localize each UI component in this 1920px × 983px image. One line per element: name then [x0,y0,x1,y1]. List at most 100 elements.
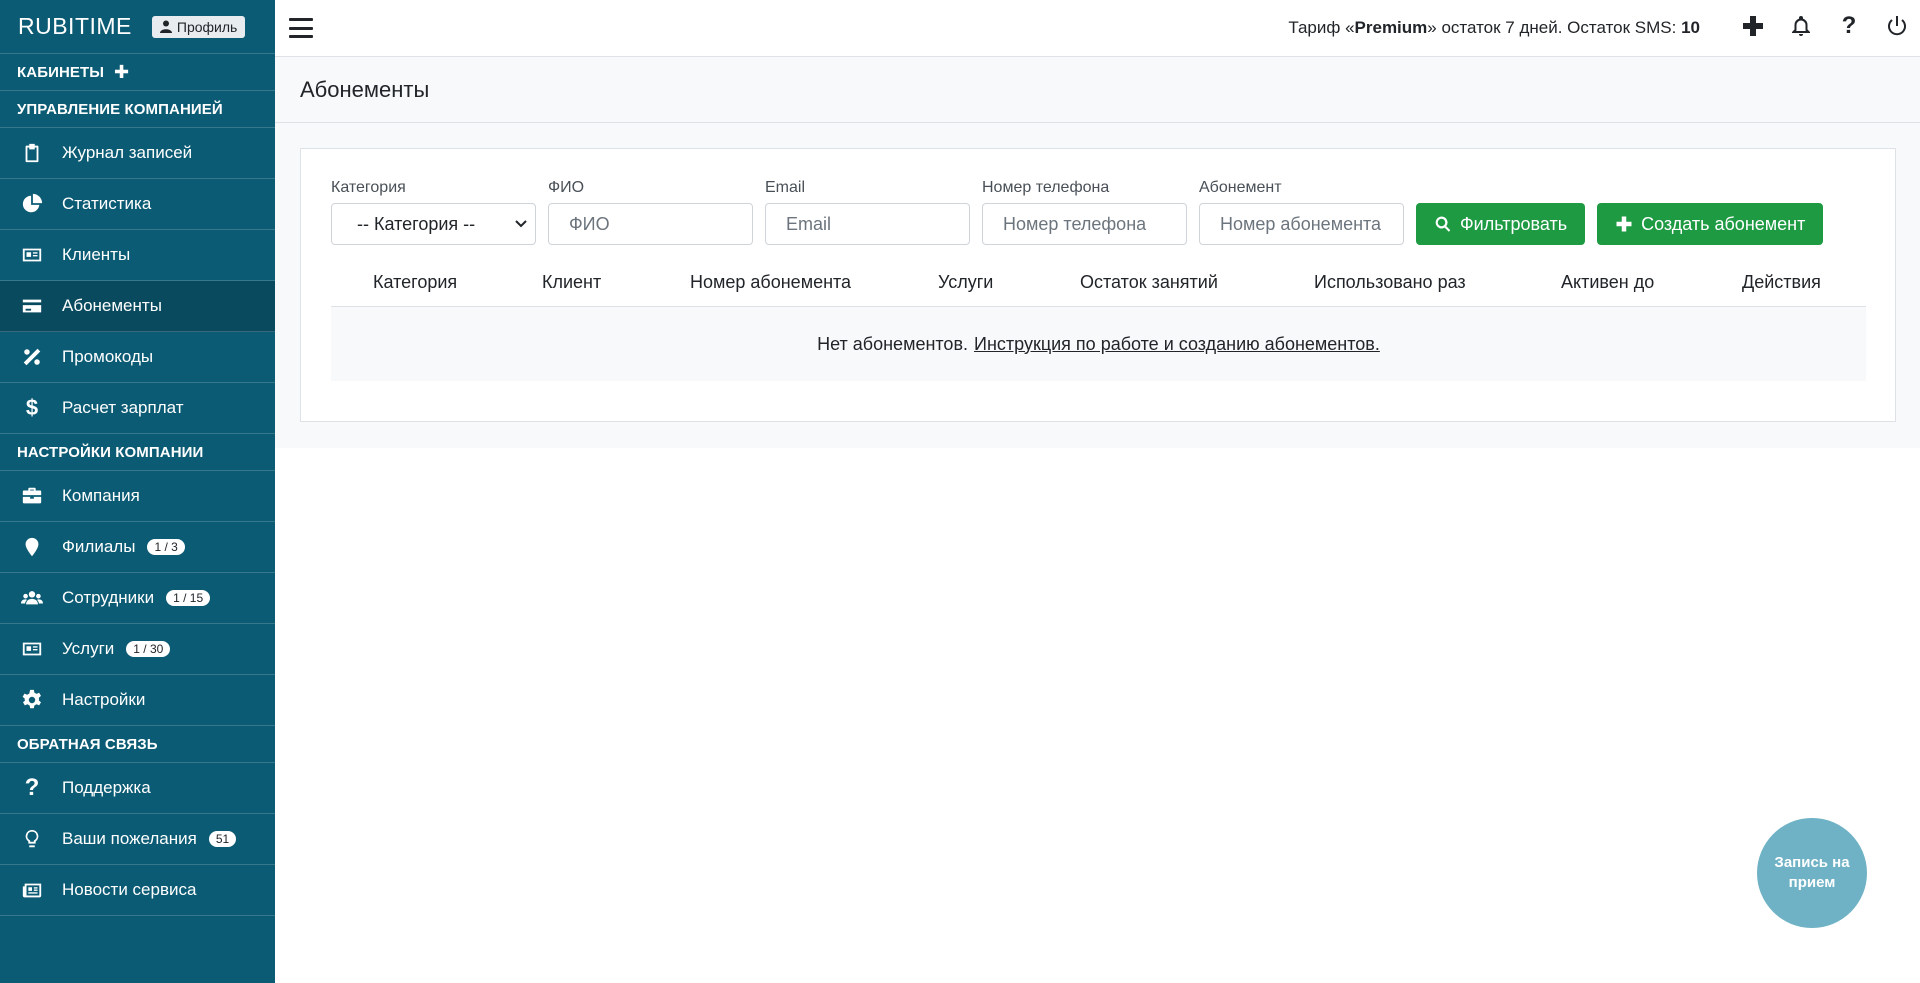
sidebar: RUBITIME Профиль КАБИНЕТЫ ✚ УПРАВЛЕНИЕ К… [0,0,275,983]
empty-message: Нет абонементов. [817,333,969,354]
lightbulb-icon [20,827,44,851]
create-subscription-button[interactable]: Создать абонемент [1597,203,1824,245]
sidebar-item-branches[interactable]: Филиалы 1 / 3 [0,522,275,573]
chevron-down-icon [515,220,527,228]
filter-button[interactable]: Фильтровать [1416,203,1586,245]
sidebar-item-company[interactable]: Компания [0,471,275,522]
sidebar-item-label: Услуги [62,639,115,658]
phone-field: Номер телефона Номер телефона [982,179,1187,245]
sidebar-item-label: Компания [62,486,140,505]
dollar-icon: $ [25,395,39,420]
phone-input[interactable]: Номер телефона [982,203,1187,245]
sidebar-item-services[interactable]: Услуги 1 / 30 [0,624,275,675]
sidebar-item-salary[interactable]: $ Расчет зарплат [0,383,275,434]
column-header[interactable]: Использовано раз [1314,272,1466,293]
tariff-prefix: Тариф « [1288,18,1355,37]
subscription-field: Абонемент Номер абонемента [1199,179,1404,245]
subscription-label: Абонемент [1199,179,1282,196]
sidebar-item-label: Филиалы [62,537,136,556]
filter-form: Категория -- Категория -- ФИО ФИО Email … [331,179,1824,245]
tariff-suffix: » остаток 7 дней. Остаток SMS: [1427,18,1682,37]
question-icon: ? [24,774,40,801]
cabinets-header[interactable]: КАБИНЕТЫ ✚ [0,54,275,91]
sidebar-item-statistics[interactable]: Статистика [0,179,275,230]
sms-count: 10 [1681,18,1700,37]
help-icon[interactable]: ? [1836,12,1862,40]
column-header[interactable]: Номер абонемента [690,272,851,293]
profile-label: Профиль [176,18,238,35]
sidebar-item-support[interactable]: ? Поддержка [0,763,275,814]
fio-label: ФИО [548,179,585,196]
percent-icon [20,345,44,369]
credit-card-icon [20,294,44,318]
filter-button-label: Фильтровать [1460,213,1568,234]
sidebar-item-subscriptions[interactable]: Абонементы [0,281,275,332]
sidebar-item-clients[interactable]: Клиенты [0,230,275,281]
fio-input[interactable]: ФИО [548,203,753,245]
phone-label: Номер телефона [982,179,1110,196]
power-icon[interactable] [1884,12,1910,40]
sidebar-item-settings[interactable]: Настройки [0,675,275,726]
plus-icon[interactable]: ✚ [114,62,129,83]
tariff-name: Premium [1354,18,1428,37]
table-header: Категория Клиент Номер абонемента Услуги… [331,259,1866,307]
count-badge: 1 / 3 [147,539,185,555]
sidebar-item-label: Поддержка [62,778,151,797]
section-title-feedback: ОБРАТНАЯ СВЯЗЬ [0,726,275,763]
sidebar-item-label: Настройки [62,690,146,709]
plus-icon[interactable] [1740,12,1766,40]
book-appointment-button[interactable]: Запись на прием [1757,818,1867,928]
cabinets-label: КАБИНЕТЫ [17,63,105,81]
sidebar-item-label: Абонементы [62,296,162,315]
subscriptions-card: Категория -- Категория -- ФИО ФИО Email … [300,148,1896,422]
user-icon [159,20,172,33]
newspaper-icon [20,878,44,902]
plus-icon [1616,216,1632,232]
sidebar-item-promocodes[interactable]: Промокоды [0,332,275,383]
brand-logo[interactable]: RUBITIME [18,13,132,40]
tariff-status: Тариф «Premium» остаток 7 дней. Остаток … [1288,18,1700,38]
column-header[interactable]: Клиент [542,272,601,293]
sidebar-item-wishes[interactable]: Ваши пожелания 51 [0,814,275,865]
menu-icon[interactable] [289,18,313,38]
column-header[interactable]: Категория [373,272,457,293]
sidebar-item-label: Журнал записей [62,143,193,162]
clipboard-icon [20,141,44,165]
category-select[interactable]: -- Категория -- [331,203,536,245]
sidebar-item-label: Ваши пожелания [62,829,197,848]
top-bar: Тариф «Premium» остаток 7 дней. Остаток … [275,0,1920,57]
id-card-icon [20,243,44,267]
page-title: Абонементы [300,76,430,102]
section-title-management: УПРАВЛЕНИЕ КОМПАНИЕЙ [0,91,275,128]
email-input[interactable]: Email [765,203,970,245]
pie-chart-icon [20,192,44,216]
brand-bar: RUBITIME Профиль [0,0,275,54]
profile-button[interactable]: Профиль [151,15,246,38]
email-label: Email [765,179,806,196]
count-badge: 1 / 15 [166,590,211,606]
column-header: Действия [1742,272,1821,292]
column-header[interactable]: Услуги [938,272,993,293]
count-badge: 1 / 30 [126,641,171,657]
bell-icon[interactable] [1788,12,1814,40]
sidebar-item-label: Статистика [62,194,152,213]
fio-field: ФИО ФИО [548,179,753,245]
email-field: Email Email [765,179,970,245]
sidebar-item-news[interactable]: Новости сервиса [0,865,275,916]
briefcase-icon [20,484,44,508]
column-header[interactable]: Остаток занятий [1080,272,1218,293]
users-icon [20,586,44,610]
sidebar-item-label: Новости сервиса [62,880,197,899]
gear-icon [20,688,44,712]
instruction-link[interactable]: Инструкция по работе и созданию абонемен… [974,334,1380,355]
column-header[interactable]: Активен до [1561,272,1654,293]
search-icon [1435,216,1451,232]
id-card-icon [20,637,44,661]
sidebar-item-employees[interactable]: Сотрудники 1 / 15 [0,573,275,624]
page-header: Абонементы [275,57,1920,123]
category-field: Категория -- Категория -- [331,179,536,245]
sidebar-item-label: Клиенты [62,245,131,264]
subscription-input[interactable]: Номер абонемента [1199,203,1404,245]
sidebar-item-journal[interactable]: Журнал записей [0,128,275,179]
create-button-label: Создать абонемент [1641,213,1806,234]
